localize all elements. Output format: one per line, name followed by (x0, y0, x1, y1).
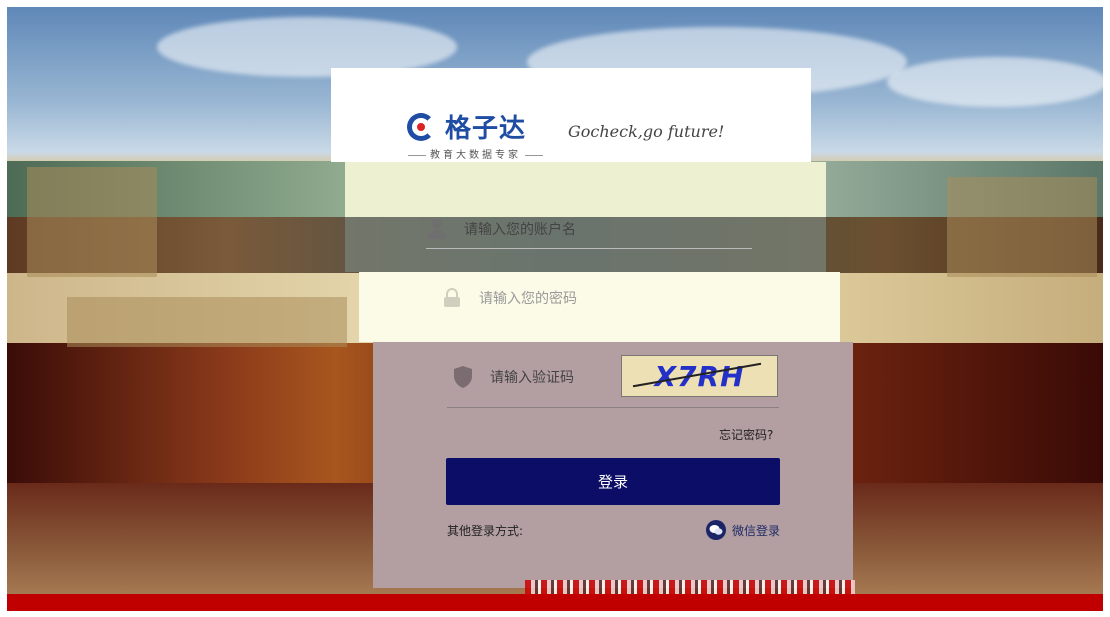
login-card-section (345, 162, 826, 217)
captcha-image[interactable]: X7RH (621, 355, 778, 397)
username-field[interactable]: 请输入您的账户名 (426, 210, 752, 249)
brand-subtitle: 教育大数据专家 (404, 146, 547, 161)
brand-slogan: Gocheck,go future! (568, 122, 725, 141)
shield-icon (452, 366, 474, 388)
wechat-icon (706, 520, 726, 540)
forgot-password-link[interactable]: 忘记密码? (719, 426, 773, 443)
brand-logo: 格子达 (407, 108, 526, 145)
login-button[interactable]: 登录 (446, 458, 780, 505)
username-input[interactable]: 请输入您的账户名 (464, 219, 576, 239)
captcha-text: X7RH (654, 359, 745, 393)
lock-icon (441, 287, 463, 309)
login-card-header (331, 68, 811, 162)
brand-name: 格子达 (445, 114, 527, 144)
password-field[interactable]: 请输入您的密码 (441, 284, 761, 312)
captcha-input[interactable]: 请输入验证码 (490, 367, 574, 387)
other-login-label: 其他登录方式: (447, 524, 524, 538)
captcha-field[interactable]: 请输入验证码 (452, 357, 612, 397)
footer-glitch (525, 580, 855, 594)
wechat-login-label: 微信登录 (732, 523, 781, 538)
divider (447, 407, 779, 408)
user-icon (426, 218, 448, 240)
wechat-login-button[interactable]: 微信登录 (706, 520, 780, 540)
bottom-strip (7, 594, 1103, 611)
password-input[interactable]: 请输入您的密码 (479, 288, 577, 308)
logo-icon (407, 109, 443, 145)
